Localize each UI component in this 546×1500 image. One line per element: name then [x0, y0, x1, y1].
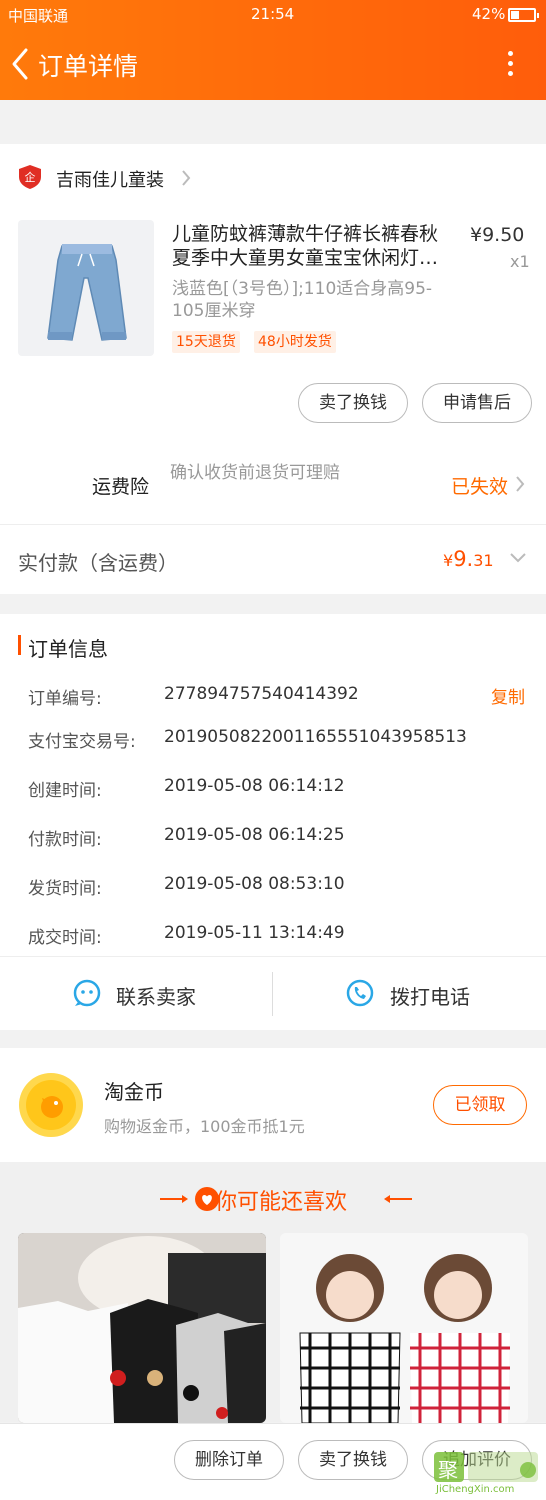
created-time-label: 创建时间: [28, 781, 102, 801]
product-sku: 浅蓝色[（3号色）];110适合身高95-105厘米穿 [172, 279, 433, 321]
coins-desc: 购物返金币，100金币抵1元 [104, 1117, 305, 1136]
chevron-right-icon[interactable] [180, 168, 192, 188]
back-arrow-icon[interactable] [8, 46, 34, 82]
chevron-right-icon[interactable] [514, 474, 526, 494]
svg-text:企: 企 [25, 170, 36, 184]
sell-for-cash-button[interactable]: 卖了换钱 [298, 1440, 408, 1480]
divider [272, 972, 273, 1016]
battery-level: 42% [472, 5, 506, 23]
order-number-label: 订单编号: [28, 689, 102, 709]
page-title: 订单详情 [38, 52, 139, 81]
section-accent-bar [18, 635, 21, 655]
divider [0, 524, 546, 525]
jeans-image [47, 244, 127, 341]
shipping-insurance-desc: 确认收货前退货可理赔 [170, 463, 340, 483]
completed-time-label: 成交时间: [28, 928, 102, 948]
alipay-trade-label: 支付宝交易号: [28, 732, 136, 752]
right-arrow-decoration [384, 1195, 412, 1203]
status-time: 21:54 [251, 5, 295, 23]
qipao-girls-image [280, 1233, 528, 1423]
shipping-insurance-label: 运费险 [92, 476, 150, 498]
watermark-logo: 聚 JiChengXin.com [432, 1448, 542, 1498]
app-header: 中国联通 21:54 42% 订单详情 [0, 0, 546, 100]
recommended-product-tshirts[interactable] [18, 1233, 266, 1423]
alipay-trade-value: 2019050822001165551043958513 [164, 727, 467, 747]
recommendations-title-text: 你可能还喜欢 [214, 1190, 347, 1215]
battery-icon [508, 8, 539, 22]
tshirts-image [18, 1233, 266, 1423]
more-options-icon[interactable] [500, 48, 520, 80]
chat-bubble-icon[interactable] [72, 978, 102, 1008]
order-number-value: 277894757540414392 [164, 684, 359, 704]
shop-badge-icon: 企 [19, 165, 41, 189]
delete-order-button[interactable]: 删除订单 [174, 1440, 284, 1480]
shipped-time-value: 2019-05-08 08:53:10 [164, 874, 345, 894]
coins-title: 淘金币 [104, 1080, 164, 1104]
status-bar: 中国联通 21:54 42% [0, 0, 546, 30]
shipped-time-label: 发货时间: [28, 879, 102, 899]
product-thumbnail[interactable] [18, 220, 154, 356]
contact-seller-label[interactable]: 联系卖家 [116, 981, 196, 1010]
sell-for-cash-button[interactable]: 卖了换钱 [298, 383, 408, 423]
amount-decimal: 31 [473, 551, 494, 570]
currency-symbol: ¥ [443, 551, 454, 570]
paid-amount: ¥9.31 [443, 547, 494, 571]
watermark-logo-char: 聚 [438, 1458, 458, 1482]
product-price: ¥9.50 [470, 224, 525, 246]
order-item-card [0, 144, 546, 594]
gold-coin-icon [19, 1073, 83, 1137]
call-phone-label[interactable]: 拨打电话 [390, 981, 470, 1010]
coins-claimed-button[interactable]: 已领取 [433, 1085, 527, 1125]
created-time-value: 2019-05-08 06:14:12 [164, 776, 345, 796]
after-sale-button[interactable]: 申请售后 [422, 383, 532, 423]
product-title[interactable]: 儿童防蚊裤薄款牛仔裤长裤春秋夏季中大童男女童宝宝休闲灯… [172, 222, 454, 270]
shipping-insurance-status[interactable]: 已失效 [451, 472, 508, 499]
recommended-product-qipao[interactable] [280, 1233, 528, 1423]
product-quantity: x1 [510, 252, 530, 271]
phone-icon[interactable] [345, 978, 375, 1008]
chevron-down-icon[interactable] [508, 552, 528, 564]
watermark-text: JiChengXin.com [436, 1484, 515, 1495]
copy-button[interactable]: 复制 [491, 683, 525, 708]
shipping-tag: 48小时发货 [254, 331, 336, 353]
carrier-name: 中国联通 [8, 7, 69, 25]
recommendations-title: 你可能还喜欢 [0, 1184, 546, 1216]
order-info-title: 订单信息 [28, 637, 108, 661]
paid-time-value: 2019-05-08 06:14:25 [164, 825, 345, 845]
paid-time-label: 付款时间: [28, 830, 102, 850]
completed-time-value: 2019-05-11 13:14:49 [164, 923, 345, 943]
shop-name[interactable]: 吉雨佳儿童装 [56, 166, 164, 192]
amount-integer: 9. [453, 547, 474, 571]
paid-amount-label: 实付款（含运费） [18, 551, 178, 575]
return-policy-tag: 15天退货 [172, 331, 240, 353]
